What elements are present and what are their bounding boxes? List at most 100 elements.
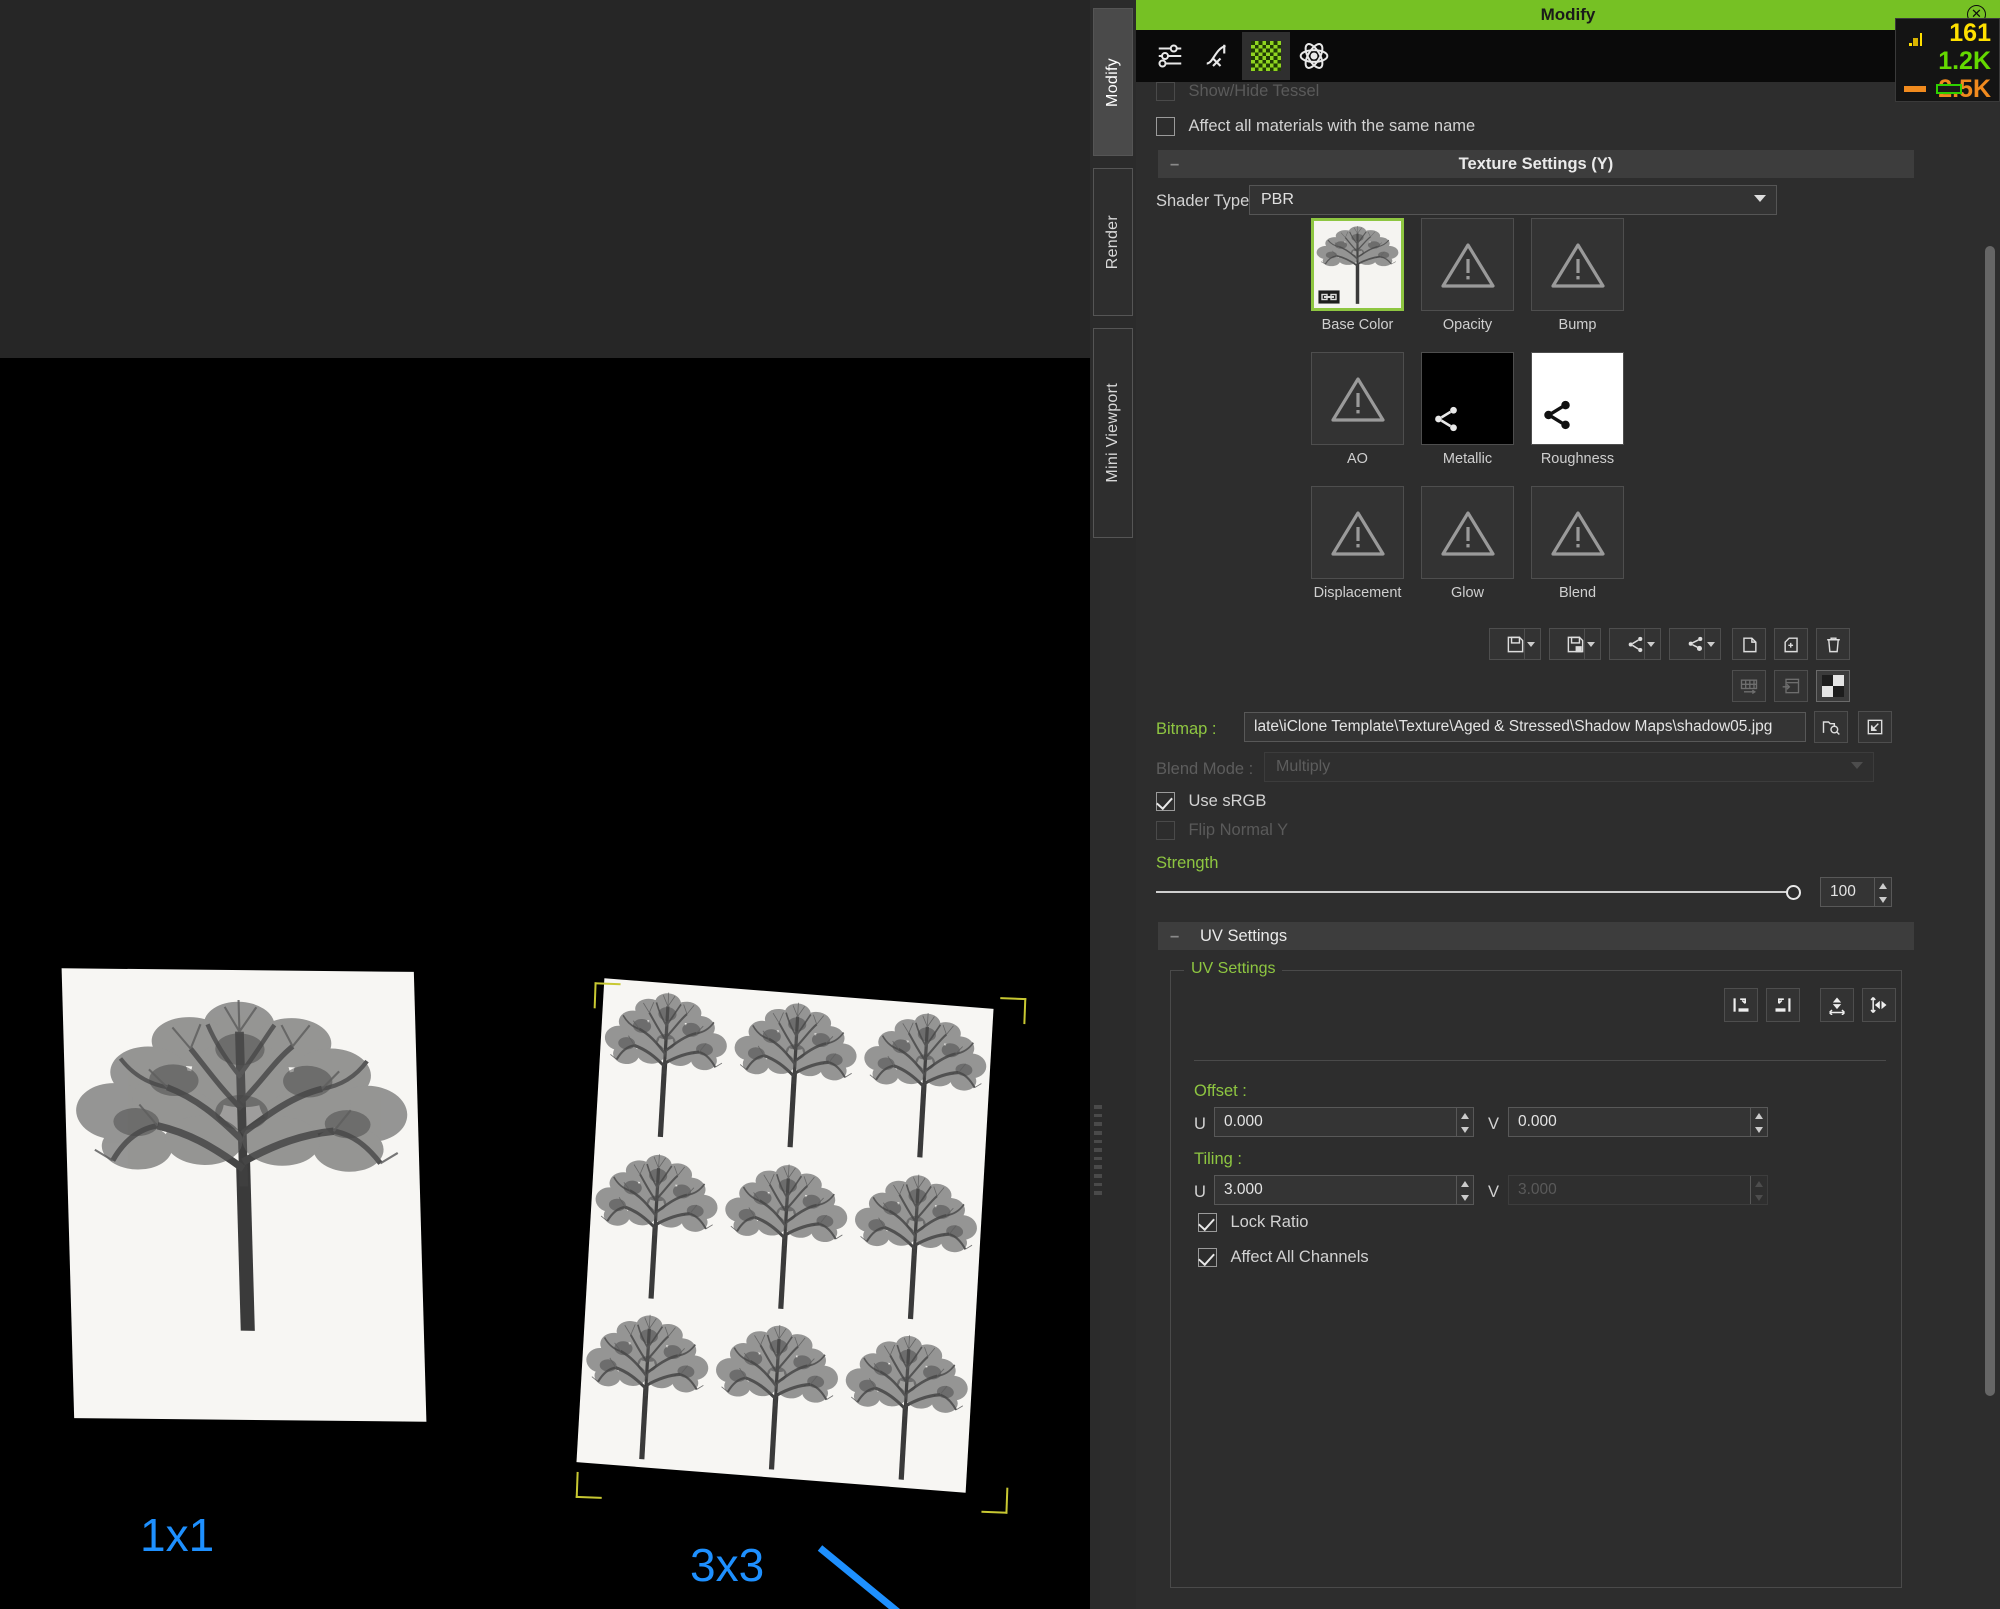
sidebar-tab-modify[interactable]: Modify [1093, 8, 1133, 156]
show-hide-tessellation-checkbox[interactable] [1156, 82, 1175, 101]
share-load-icon-button[interactable] [1609, 628, 1661, 660]
offset-u-stepper[interactable] [1456, 1108, 1473, 1136]
delete-trash-icon-button[interactable] [1816, 628, 1850, 660]
affect-all-materials-row[interactable]: Affect all materials with the same name [1156, 117, 1475, 136]
channel-opacity[interactable]: Opacity [1421, 218, 1514, 333]
tiling-v-input[interactable]: 3.000 [1508, 1175, 1768, 1205]
offset-u-input[interactable]: 0.000 [1214, 1107, 1474, 1137]
tree-plane-1x1[interactable] [61, 968, 427, 1422]
save-as-icon-button[interactable] [1549, 628, 1601, 660]
viewport-3d-scene[interactable]: 1x1 3x3 [0, 358, 1090, 1609]
offset-v-stepper[interactable] [1750, 1108, 1767, 1136]
channel-ao[interactable]: AO [1311, 352, 1404, 467]
sidebar-tab-mini-viewport-label: Mini Viewport [1104, 383, 1121, 483]
sidebar-tab-mini-viewport[interactable]: Mini Viewport [1093, 328, 1133, 538]
channel-displacement[interactable]: Displacement [1311, 486, 1404, 601]
paste-icon-button[interactable] [1774, 628, 1808, 660]
channel-metallic-thumb[interactable] [1421, 352, 1514, 445]
tree-texture-tile [847, 1167, 982, 1326]
bitmap-path-input[interactable]: late\iClone Template\Texture\Aged & Stre… [1244, 712, 1806, 742]
panel-scrollbar-thumb[interactable] [1985, 246, 1995, 1396]
offset-v-label: V [1488, 1115, 1500, 1133]
flip-horizontal-icon-button[interactable] [1820, 988, 1854, 1022]
affect-all-channels-row[interactable]: Affect All Channels [1198, 1248, 1369, 1267]
panel-resize-handle[interactable] [1094, 1105, 1106, 1196]
chevron-down-icon[interactable] [1707, 642, 1715, 647]
tiling-u-input[interactable]: 3.000 [1214, 1175, 1474, 1205]
folder-search-icon-button[interactable] [1814, 711, 1848, 743]
flip-normal-y-row[interactable]: Flip Normal Y [1156, 821, 1288, 840]
offset-v-value: 0.000 [1518, 1113, 1557, 1130]
channel-roughness-thumb[interactable] [1531, 352, 1624, 445]
adjust-curve-icon[interactable] [1194, 32, 1242, 80]
tree-plane-3x3[interactable] [576, 978, 994, 1493]
uv-settings-section-header[interactable]: – UV Settings [1158, 922, 1914, 950]
uv-settings-collapse-icon[interactable]: – [1170, 927, 1179, 946]
channel-roughness[interactable]: Roughness [1531, 352, 1624, 467]
channel-blend[interactable]: Blend [1531, 486, 1624, 601]
flip-vertical-icon-button[interactable] [1862, 988, 1896, 1022]
channel-ao-thumb[interactable] [1311, 352, 1404, 445]
import-window-icon-button[interactable] [1774, 670, 1808, 702]
physics-atom-icon[interactable] [1290, 32, 1338, 80]
offset-label: Offset : [1194, 1082, 1247, 1100]
save-icon-button[interactable] [1489, 628, 1541, 660]
channel-blend-thumb[interactable] [1531, 486, 1624, 579]
panel-scrollbar[interactable] [1984, 246, 1996, 1556]
shader-type-label: Shader Type : [1156, 192, 1259, 210]
chevron-down-icon [1754, 195, 1766, 202]
channel-opacity-thumb[interactable] [1421, 218, 1514, 311]
shader-type-select[interactable]: PBR [1249, 185, 1777, 215]
channel-base-color-thumb[interactable] [1311, 218, 1404, 311]
panel-title-bar: Modify ✕ [1136, 0, 2000, 30]
show-hide-tessellation-row[interactable]: Show/Hide Tessel [1156, 82, 1319, 101]
blend-mode-value: Multiply [1276, 758, 1331, 775]
share-save-icon-button[interactable] [1669, 628, 1721, 660]
sidebar-tab-modify-label: Modify [1104, 57, 1121, 107]
strength-slider-knob[interactable] [1786, 885, 1801, 900]
attribute-sliders-icon[interactable] [1146, 32, 1194, 80]
offset-v-input[interactable]: 0.000 [1508, 1107, 1768, 1137]
channel-displacement-thumb[interactable] [1311, 486, 1404, 579]
warning-triangle-icon [1330, 376, 1385, 422]
sidebar-tab-render[interactable]: Render [1093, 168, 1133, 316]
shader-type-value: PBR [1261, 191, 1294, 208]
viewport-upper-background [0, 0, 1090, 358]
texture-settings-section-header[interactable]: – Texture Settings (Y) [1158, 150, 1914, 178]
blend-mode-select[interactable]: Multiply [1264, 752, 1874, 782]
channel-bump-thumb[interactable] [1531, 218, 1624, 311]
checker-pattern-icon-button[interactable] [1816, 670, 1850, 702]
flip-normal-y-checkbox[interactable] [1156, 821, 1175, 840]
rotate-ccw-icon-button[interactable] [1766, 988, 1800, 1022]
rotate-cw-icon-button[interactable] [1724, 988, 1758, 1022]
lock-ratio-row[interactable]: Lock Ratio [1198, 1213, 1308, 1232]
lock-ratio-checkbox[interactable] [1198, 1213, 1217, 1232]
strength-value-input[interactable]: 100 [1820, 877, 1892, 907]
channel-opacity-label: Opacity [1442, 317, 1493, 333]
channel-metallic[interactable]: Metallic [1421, 352, 1514, 467]
texture-settings-collapse-icon[interactable]: – [1170, 155, 1179, 174]
tiling-v-stepper[interactable] [1750, 1176, 1767, 1204]
affect-all-materials-checkbox[interactable] [1156, 117, 1175, 136]
channel-bump[interactable]: Bump [1531, 218, 1624, 333]
use-srgb-row[interactable]: Use sRGB [1156, 792, 1266, 811]
chevron-down-icon [1851, 762, 1863, 769]
channel-glow-thumb[interactable] [1421, 486, 1514, 579]
copy-icon-button[interactable] [1732, 628, 1766, 660]
affect-all-channels-checkbox[interactable] [1198, 1248, 1217, 1267]
warning-triangle-icon [1550, 510, 1605, 556]
chevron-down-icon[interactable] [1527, 642, 1535, 647]
use-srgb-checkbox[interactable] [1156, 792, 1175, 811]
channel-base-color[interactable]: Base Color [1311, 218, 1404, 333]
strength-slider-track[interactable] [1156, 891, 1796, 893]
sidebar-tab-render-label: Render [1104, 214, 1121, 270]
tiling-u-stepper[interactable] [1456, 1176, 1473, 1204]
material-checker-icon[interactable] [1242, 32, 1290, 80]
uv-grid-icon-button[interactable] [1732, 670, 1766, 702]
strength-stepper[interactable] [1874, 878, 1891, 906]
chevron-down-icon[interactable] [1647, 642, 1655, 647]
channel-glow[interactable]: Glow [1421, 486, 1514, 601]
open-external-icon-button[interactable] [1858, 711, 1892, 743]
chevron-down-icon[interactable] [1587, 642, 1595, 647]
strength-value: 100 [1830, 883, 1856, 900]
